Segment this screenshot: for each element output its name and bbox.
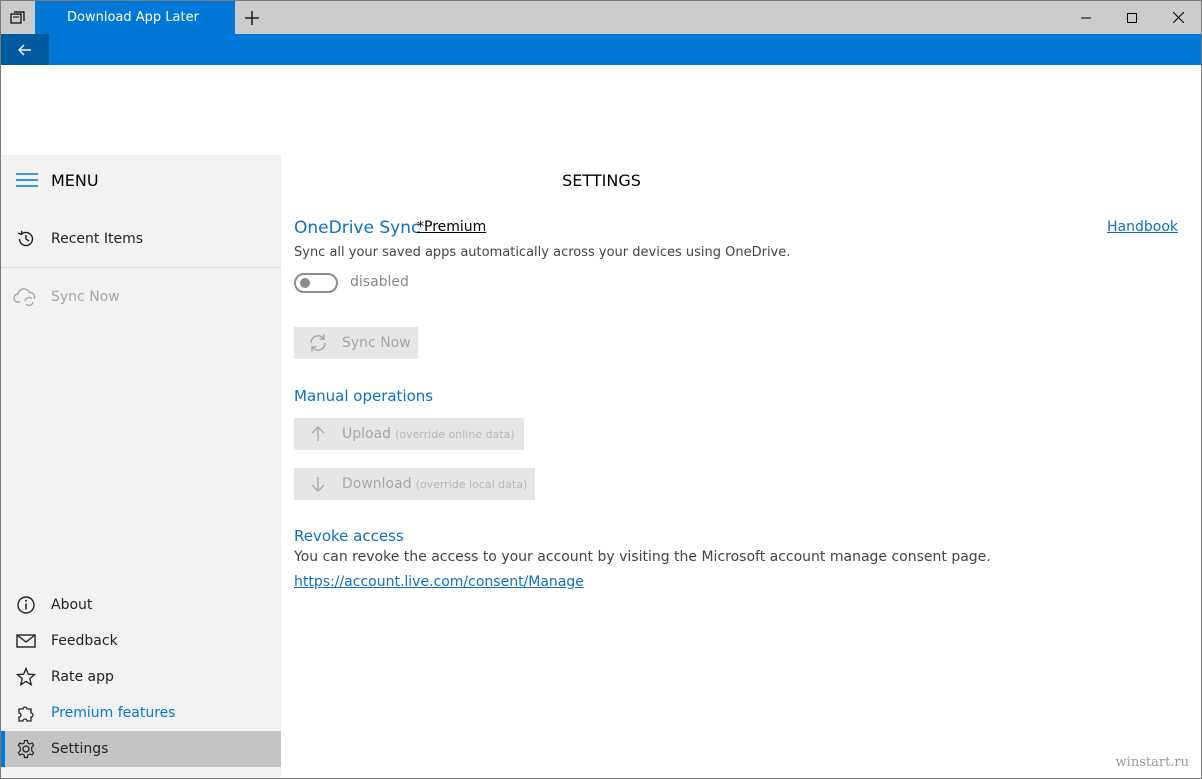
revoke-access-title: Revoke access bbox=[294, 527, 404, 545]
sidebar-item-label: About bbox=[51, 597, 93, 613]
sidebar-divider bbox=[1, 267, 281, 268]
task-view-button[interactable] bbox=[1, 1, 34, 34]
download-label: Download bbox=[342, 476, 412, 492]
window-controls bbox=[1063, 1, 1201, 34]
sidebar-item-label: Premium features bbox=[51, 705, 176, 721]
revoke-access-description: You can revoke the access to your accoun… bbox=[294, 549, 991, 565]
history-icon bbox=[1, 229, 51, 249]
sidebar-item-label: Recent Items bbox=[51, 231, 143, 247]
download-hint: (override local data) bbox=[415, 477, 528, 491]
back-arrow-icon bbox=[18, 44, 31, 55]
sync-now-label: Sync Now bbox=[342, 335, 411, 351]
back-button[interactable] bbox=[1, 34, 49, 65]
minimize-icon bbox=[1081, 17, 1091, 18]
close-button[interactable] bbox=[1155, 1, 1201, 34]
handbook-link[interactable]: Handbook bbox=[1107, 219, 1178, 235]
upload-hint: (override online data) bbox=[395, 427, 515, 441]
sidebar-item-recent-items[interactable]: Recent Items bbox=[1, 221, 281, 257]
toggle-knob bbox=[300, 278, 310, 288]
menu-label: MENU bbox=[51, 170, 99, 190]
cloud-sync-icon bbox=[1, 287, 51, 307]
sidebar-item-label: Settings bbox=[51, 741, 109, 757]
onedrive-sync-title: OneDrive Sync bbox=[294, 218, 421, 238]
tab-download-app-later[interactable]: Download App Later bbox=[35, 1, 235, 34]
toggle-state-label: disabled bbox=[350, 274, 409, 290]
manual-operations-title: Manual operations bbox=[294, 387, 434, 405]
settings-page: SETTINGS OneDrive Sync *Premium Handbook… bbox=[282, 155, 1201, 778]
download-button[interactable]: Download (override local data) bbox=[294, 468, 535, 500]
onedrive-sync-description: Sync all your saved apps automatically a… bbox=[294, 245, 791, 260]
nav-bar bbox=[1, 34, 1201, 65]
mail-icon bbox=[1, 633, 51, 649]
arrow-up-icon bbox=[294, 426, 342, 442]
sidebar-item-label: Feedback bbox=[51, 633, 118, 649]
maximize-icon bbox=[1127, 12, 1137, 23]
menu-toggle[interactable]: MENU bbox=[1, 165, 281, 195]
maximize-button[interactable] bbox=[1109, 1, 1155, 34]
page-title: SETTINGS bbox=[562, 171, 641, 190]
upload-button[interactable]: Upload (override online data) bbox=[294, 418, 524, 450]
sidebar-item-rate-app[interactable]: Rate app bbox=[1, 659, 281, 695]
hamburger-icon bbox=[1, 173, 51, 187]
tab-title: Download App Later bbox=[67, 10, 199, 25]
new-tab-button[interactable] bbox=[235, 1, 269, 34]
star-icon bbox=[1, 667, 51, 687]
onedrive-sync-toggle[interactable] bbox=[294, 273, 338, 293]
gear-icon bbox=[1, 739, 51, 759]
watermark: winstart.ru bbox=[1115, 755, 1189, 770]
sidebar-item-settings[interactable]: Settings bbox=[1, 731, 281, 767]
upload-label: Upload bbox=[342, 426, 392, 442]
puzzle-icon bbox=[1, 703, 51, 723]
sidebar-item-sync-now[interactable]: Sync Now bbox=[1, 279, 281, 315]
plus-icon bbox=[245, 10, 259, 25]
sidebar: MENU Recent Items Sync Now About Feedbac… bbox=[1, 155, 281, 778]
sidebar-item-about[interactable]: About bbox=[1, 587, 281, 623]
sidebar-item-label: Sync Now bbox=[51, 289, 120, 305]
minimize-button[interactable] bbox=[1063, 1, 1109, 34]
consent-manage-link[interactable]: https://account.live.com/consent/Manage bbox=[294, 574, 584, 590]
sync-now-button[interactable]: Sync Now bbox=[294, 327, 418, 359]
sidebar-item-premium-features[interactable]: Premium features bbox=[1, 695, 281, 731]
title-bar: Download App Later bbox=[1, 1, 1201, 34]
arrow-down-icon bbox=[294, 476, 342, 492]
app-window: Download App Later MENU Recent Items Syn… bbox=[0, 0, 1202, 779]
info-icon bbox=[1, 595, 51, 615]
sidebar-item-feedback[interactable]: Feedback bbox=[1, 623, 281, 659]
close-icon bbox=[1172, 12, 1184, 23]
sidebar-item-label: Rate app bbox=[51, 669, 114, 685]
task-view-icon bbox=[9, 10, 25, 24]
sync-icon bbox=[294, 332, 342, 354]
premium-link[interactable]: *Premium bbox=[417, 219, 486, 235]
